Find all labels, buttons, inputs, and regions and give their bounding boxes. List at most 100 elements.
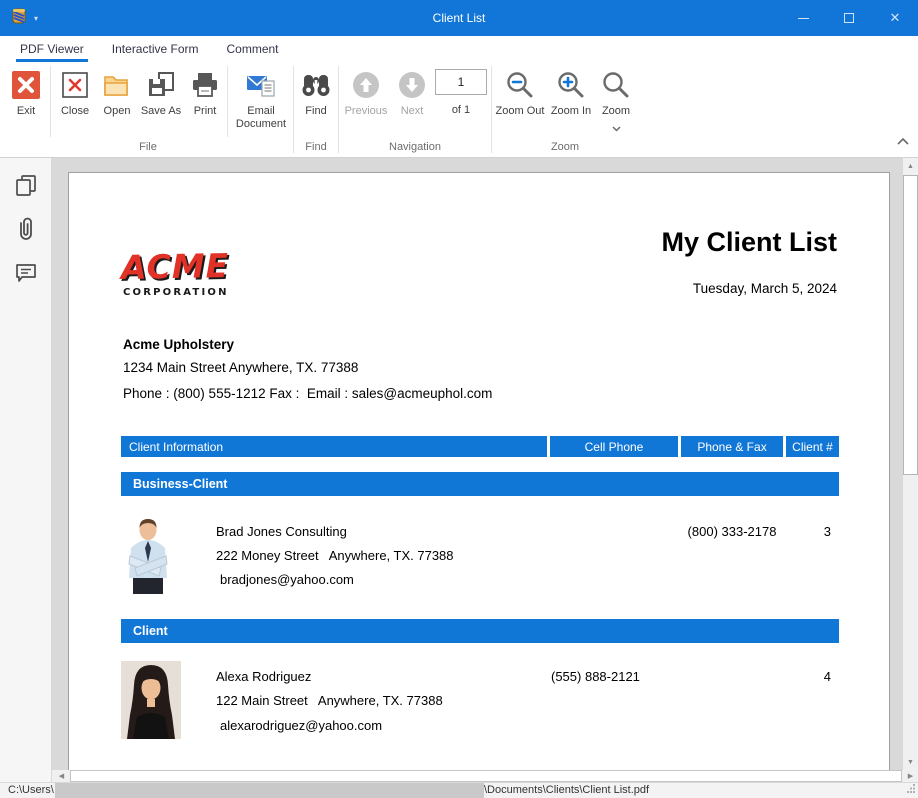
group-label-navigation: Navigation xyxy=(340,141,490,157)
button-label: Email Document xyxy=(230,105,292,131)
button-label: Find xyxy=(305,105,326,118)
pages-icon xyxy=(14,173,38,197)
section-header-business-client: Business-Client xyxy=(121,472,839,496)
scroll-right-icon: ▶ xyxy=(908,772,913,780)
company-name: Acme Upholstery xyxy=(123,337,234,352)
ribbon-separator xyxy=(227,66,228,137)
next-page-button[interactable]: Next xyxy=(392,62,432,118)
save-as-button[interactable]: Save As xyxy=(137,62,185,118)
acme-logo-subtitle: CORPORATION xyxy=(123,287,229,298)
client-number: 4 xyxy=(786,669,831,684)
comment-icon xyxy=(14,262,38,284)
open-button[interactable]: Open xyxy=(97,62,137,118)
tab-label: PDF Viewer xyxy=(20,42,84,56)
window-controls: ✕ xyxy=(780,0,918,36)
button-label: Save As xyxy=(141,105,181,118)
zoom-out-button[interactable]: Zoom Out xyxy=(493,62,547,118)
ribbon-group-find: Find Find xyxy=(295,62,337,157)
email-document-button[interactable]: Email Document xyxy=(230,62,292,131)
page-thumbnails-button[interactable] xyxy=(10,170,42,200)
zoom-in-icon xyxy=(556,69,586,101)
zoom-in-button[interactable]: Zoom In xyxy=(547,62,595,118)
navigation-pane xyxy=(0,158,52,782)
client-email: bradjones@yahoo.com xyxy=(220,572,354,587)
attachments-button[interactable] xyxy=(10,214,42,244)
document-canvas[interactable]: ACME CORPORATION My Client List Tuesday,… xyxy=(52,158,903,770)
company-address: 1234 Main Street Anywhere, TX. 77388 xyxy=(123,360,358,375)
scroll-up-button[interactable]: ▲ xyxy=(903,158,918,174)
zoom-dropdown-button[interactable]: Zoom xyxy=(595,62,637,137)
client-address: 222 Money Street Anywhere, TX. 77388 xyxy=(216,548,454,563)
status-drive-path: C:\Users\ xyxy=(8,784,54,796)
scroll-down-button[interactable]: ▼ xyxy=(903,754,918,770)
status-file-path: \Documents\Clients\Client List.pdf xyxy=(484,784,649,796)
document-date: Tuesday, March 5, 2024 xyxy=(693,281,837,296)
group-label-find: Find xyxy=(295,141,337,157)
tab-comment[interactable]: Comment xyxy=(213,36,293,62)
collapse-ribbon-button[interactable] xyxy=(896,133,910,151)
button-label: Exit xyxy=(17,105,35,118)
client-email: alexarodriguez@yahoo.com xyxy=(220,718,382,733)
previous-icon xyxy=(352,69,380,101)
vertical-scrollbar-thumb[interactable] xyxy=(903,175,918,475)
ribbon-group-separator xyxy=(338,66,339,153)
scroll-right-button[interactable]: ▶ xyxy=(903,770,918,782)
close-document-icon xyxy=(61,69,89,101)
button-label: Print xyxy=(194,105,217,118)
maximize-button[interactable] xyxy=(826,0,872,36)
company-contact: Phone : (800) 555-1212 Fax : Email : sal… xyxy=(123,386,492,401)
exit-button[interactable]: Exit xyxy=(4,62,48,118)
title-bar: ▾ Client List ✕ xyxy=(0,0,918,36)
previous-page-button[interactable]: Previous xyxy=(340,62,392,118)
tab-pdf-viewer[interactable]: PDF Viewer xyxy=(6,36,98,62)
close-document-button[interactable]: Close xyxy=(53,62,97,118)
acme-logo: ACME xyxy=(121,246,230,287)
paperclip-icon xyxy=(15,215,37,243)
scroll-left-button[interactable]: ◀ xyxy=(54,770,69,782)
binoculars-icon xyxy=(300,69,332,101)
client-name: Brad Jones Consulting xyxy=(216,524,347,539)
ribbon-separator xyxy=(50,66,51,137)
chevron-up-icon xyxy=(896,137,910,146)
app-menu-button[interactable]: ▾ xyxy=(0,0,48,36)
minimize-button[interactable] xyxy=(780,0,826,36)
ribbon-group-separator xyxy=(491,66,492,153)
vertical-scrollbar[interactable]: ▲ ▼ xyxy=(903,158,918,770)
column-header-phone-fax: Phone & Fax xyxy=(681,436,783,457)
zoom-out-icon xyxy=(505,69,535,101)
client-number: 3 xyxy=(786,524,831,539)
tab-interactive-form[interactable]: Interactive Form xyxy=(98,36,213,62)
client-photo xyxy=(121,661,181,739)
find-button[interactable]: Find xyxy=(295,62,337,118)
column-header-cell-phone: Cell Phone xyxy=(550,436,678,457)
ribbon-group-file: Exit Close Open Save As xyxy=(4,62,292,157)
page-number-input[interactable] xyxy=(435,69,487,95)
status-bar: C:\Users\ \Documents\Clients\Client List… xyxy=(0,782,918,798)
resize-grip[interactable] xyxy=(906,783,916,796)
client-address: 122 Main Street Anywhere, TX. 77388 xyxy=(216,693,443,708)
scroll-up-icon: ▲ xyxy=(907,163,914,170)
button-label: Close xyxy=(61,105,89,118)
button-label: Zoom Out xyxy=(496,105,545,118)
close-window-button[interactable]: ✕ xyxy=(872,0,918,36)
column-header-client-number: Client # xyxy=(786,436,839,457)
tab-label: Comment xyxy=(227,42,279,56)
client-phone: (555) 888-2121 xyxy=(551,669,640,684)
page-number-box: of 1 xyxy=(432,62,490,116)
document-title: My Client List xyxy=(661,227,837,258)
chevron-down-icon xyxy=(612,119,621,137)
print-button[interactable]: Print xyxy=(185,62,225,118)
ribbon: Exit Close Open Save As xyxy=(0,62,918,158)
sidebar-corner xyxy=(0,770,52,782)
horizontal-scrollbar[interactable]: ◀ ▶ xyxy=(52,770,918,782)
tab-label: Interactive Form xyxy=(112,42,199,56)
section-header-client: Client xyxy=(121,619,839,643)
group-label-zoom: Zoom xyxy=(493,141,637,157)
save-as-icon xyxy=(146,69,176,101)
page-count-label: of 1 xyxy=(452,104,470,116)
ribbon-group-zoom: Zoom Out Zoom In Zoom Zoom xyxy=(493,62,637,157)
horizontal-scrollbar-thumb[interactable] xyxy=(70,770,902,782)
comments-button[interactable] xyxy=(10,258,42,288)
open-folder-icon xyxy=(102,69,132,101)
app-icon xyxy=(10,7,28,30)
